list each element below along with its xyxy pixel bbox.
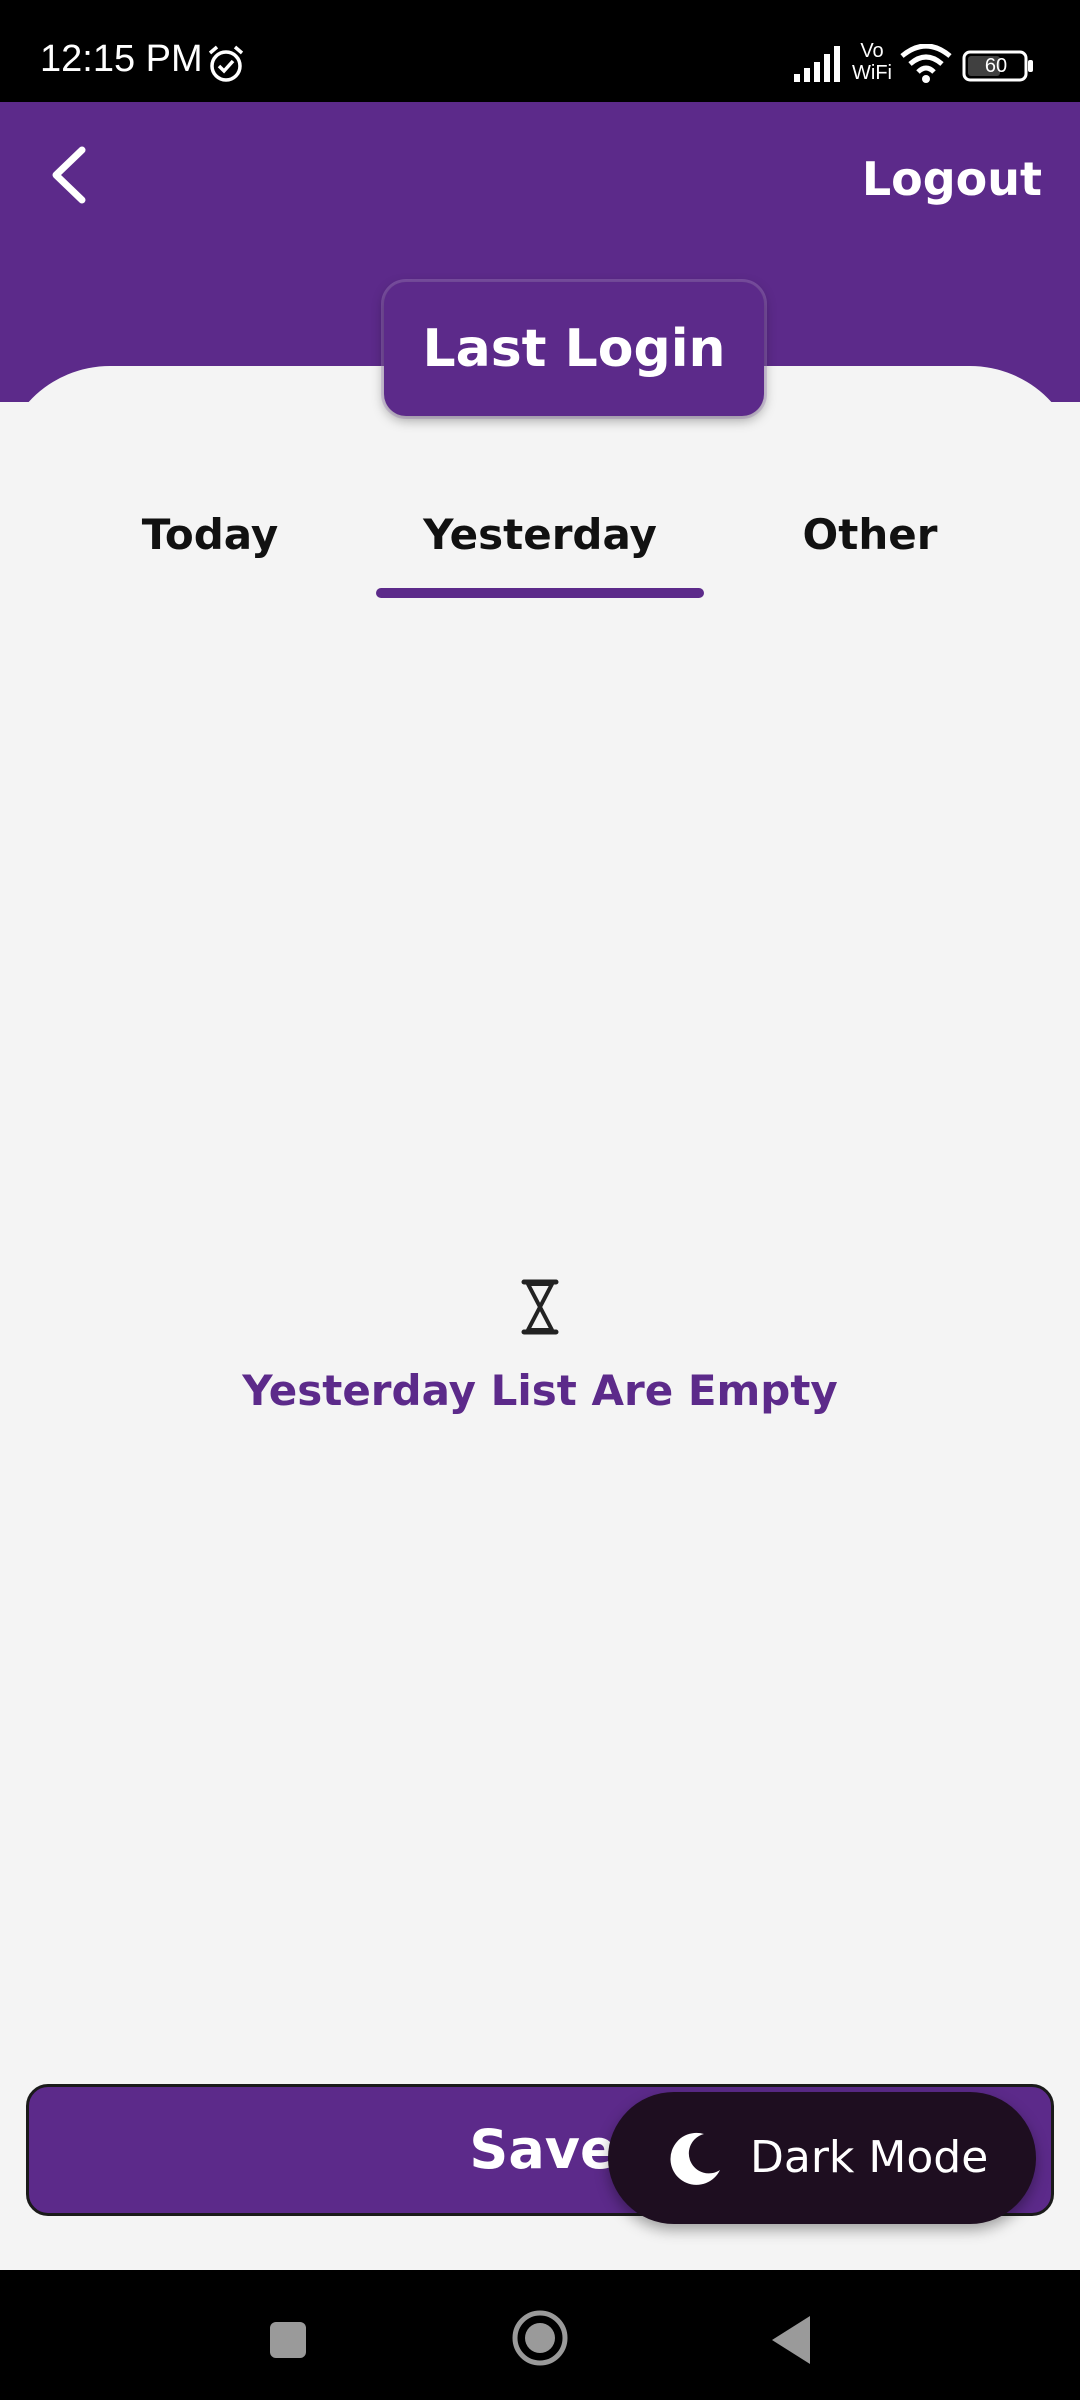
vowifi-icon: Vo WiFi <box>852 40 892 84</box>
status-bar: 12:15 PM Vo WiFi 60 <box>0 0 1080 102</box>
page-title: Last Login <box>422 319 726 379</box>
dark-mode-label: Dark Mode <box>750 2132 989 2183</box>
navigation-bar <box>0 2270 1080 2400</box>
battery-level: 60 <box>984 55 1008 77</box>
wifi-icon <box>900 44 952 83</box>
dark-mode-toggle[interactable]: Dark Mode <box>608 2092 1036 2224</box>
title-card: Last Login <box>384 282 764 416</box>
hourglass-icon <box>521 1279 559 1335</box>
logout-button[interactable]: Logout <box>862 152 1042 206</box>
cellular-signal-icon <box>794 46 840 82</box>
tab-yesterday[interactable]: Yesterday <box>400 500 680 570</box>
status-time: 12:15 PM <box>40 38 203 80</box>
tab-today[interactable]: Today <box>110 500 310 570</box>
back-nav-button[interactable] <box>770 2314 812 2366</box>
recents-button[interactable] <box>268 2320 308 2360</box>
back-button[interactable] <box>40 140 100 210</box>
moon-icon <box>670 2132 720 2185</box>
tab-other[interactable]: Other <box>770 500 970 570</box>
alarm-icon <box>208 45 244 82</box>
tab-indicator <box>376 588 704 598</box>
home-button[interactable] <box>510 2308 570 2368</box>
empty-state-message: Yesterday List Are Empty <box>242 1366 838 1415</box>
